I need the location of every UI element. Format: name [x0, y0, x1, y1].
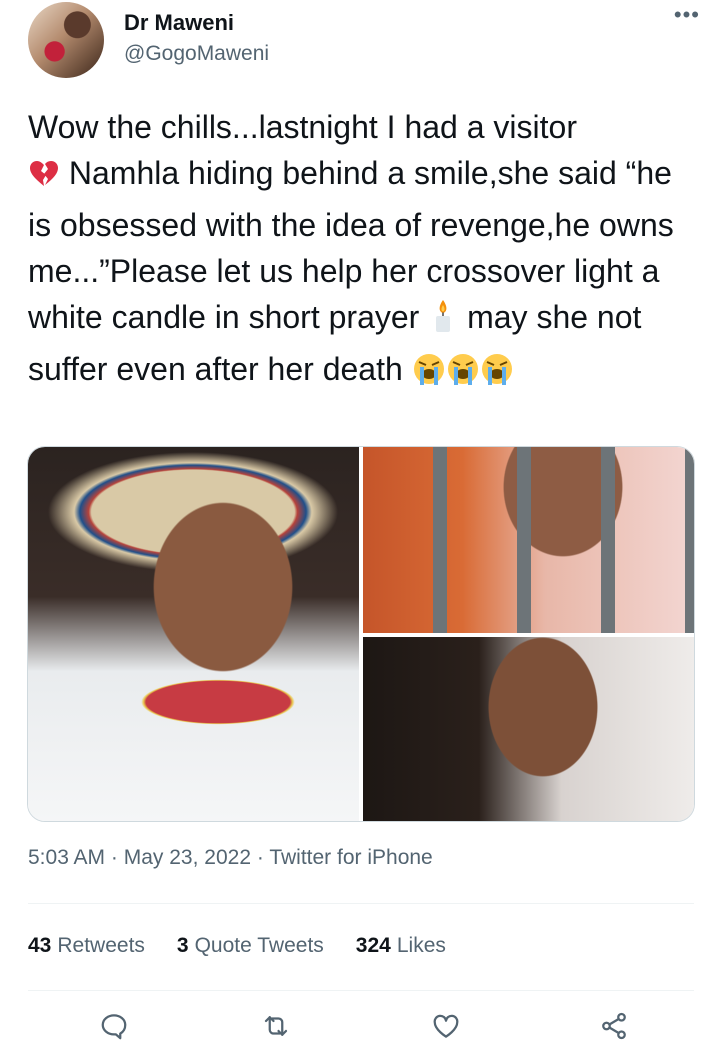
retweets-count: 43	[28, 934, 52, 957]
retweets-stat[interactable]: 43 Retweets	[28, 934, 145, 958]
tweet-timestamp: 5:03 AM · May 23, 2022 · Twitter for iPh…	[28, 846, 433, 870]
photo-2[interactable]	[363, 447, 694, 633]
tweet-date[interactable]: May 23, 2022	[124, 846, 251, 869]
tweet-source[interactable]: Twitter for iPhone	[269, 846, 432, 869]
more-options-icon[interactable]: •••	[674, 4, 700, 26]
tweet-text: Wow the chills...lastnight I had a visit…	[28, 104, 696, 398]
author-name[interactable]: Dr Maweni	[124, 10, 234, 36]
likes-label: Likes	[396, 934, 446, 957]
reply-icon	[99, 1011, 129, 1046]
media-grid	[27, 446, 695, 822]
crying-face-icon	[412, 352, 446, 398]
author-handle[interactable]: @GogoMaweni	[124, 42, 269, 66]
divider	[28, 990, 694, 991]
tweet-header: Dr Maweni @GogoMaweni •••	[28, 2, 700, 82]
retweet-button[interactable]	[256, 1008, 296, 1048]
share-icon	[599, 1011, 629, 1046]
tweet-text-part-1: Wow the chills...lastnight I had a visit…	[28, 109, 577, 145]
retweet-icon	[261, 1011, 291, 1046]
tweet-actions	[28, 1008, 694, 1048]
candle-icon	[428, 298, 458, 346]
quote-tweets-label: Quote Tweets	[194, 934, 324, 957]
quote-tweets-count: 3	[176, 934, 189, 957]
meta-separator: ·	[256, 846, 264, 869]
likes-count: 324	[355, 934, 391, 957]
retweets-label: Retweets	[57, 934, 145, 957]
broken-heart-icon	[28, 156, 60, 202]
likes-stat[interactable]: 324 Likes	[356, 934, 446, 958]
tweet-time[interactable]: 5:03 AM	[28, 846, 105, 869]
photo-1[interactable]	[28, 447, 359, 821]
tweet-stats: 43 Retweets 3 Quote Tweets 324 Likes	[28, 934, 478, 958]
like-icon	[431, 1011, 461, 1046]
crying-face-icon	[446, 352, 480, 398]
photo-3[interactable]	[363, 637, 694, 821]
avatar[interactable]	[28, 2, 104, 78]
quote-tweets-stat[interactable]: 3 Quote Tweets	[177, 934, 324, 958]
like-button[interactable]	[426, 1008, 466, 1048]
reply-button[interactable]	[94, 1008, 134, 1048]
divider	[28, 903, 694, 904]
crying-face-icon	[480, 352, 514, 398]
share-button[interactable]	[594, 1008, 634, 1048]
meta-separator: ·	[110, 846, 118, 869]
